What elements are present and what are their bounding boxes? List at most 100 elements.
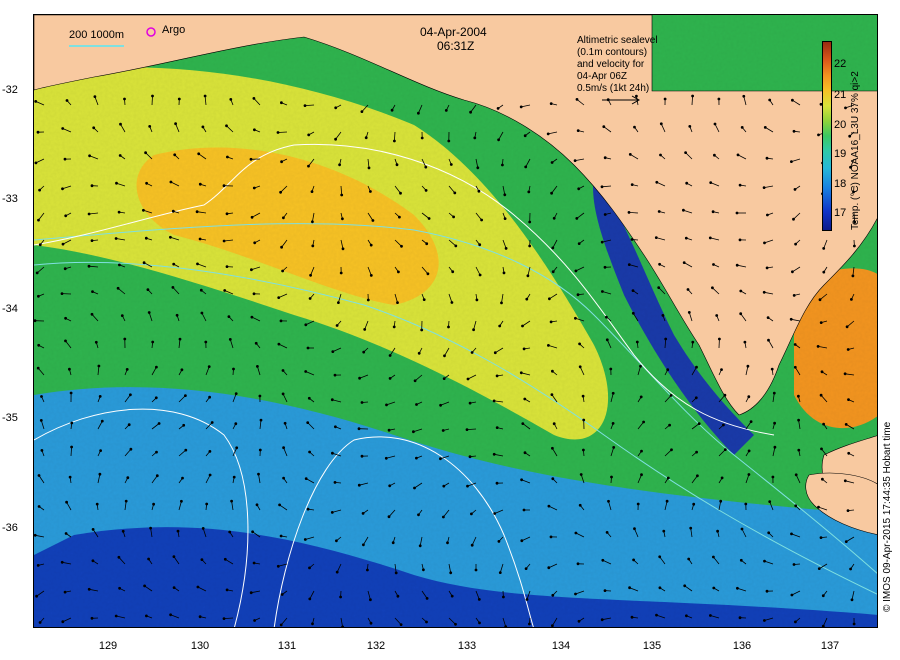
velocity-arrow-head <box>520 478 524 482</box>
velocity-arrow-head <box>278 503 282 507</box>
velocity-arrow-head <box>61 242 65 246</box>
velocity-arrow-head <box>333 425 337 429</box>
velocity-arrow-head <box>360 454 364 458</box>
velocity-arrow-head <box>552 216 556 220</box>
velocity-arrow-head <box>279 101 283 105</box>
velocity-arrow-head <box>450 594 454 598</box>
velocity-arrow-head <box>280 245 284 249</box>
velocity-arrow-head <box>850 297 853 301</box>
velocity-arrow-head <box>478 273 482 277</box>
velocity-arrow-head <box>603 213 607 216</box>
velocity-arrow-head <box>723 393 727 397</box>
velocity-arrow-head <box>684 151 687 155</box>
velocity-arrow-head <box>182 423 186 427</box>
velocity-arrow-head <box>64 214 68 218</box>
velocity-arrow-head <box>308 597 312 601</box>
altimetry-line-3: and velocity for <box>577 59 645 70</box>
velocity-arrow-head <box>765 156 769 160</box>
velocity-arrow-head <box>525 297 529 301</box>
velocity-arrow-head <box>821 477 824 481</box>
velocity-arrow-head <box>661 313 665 317</box>
velocity-arrow-head <box>527 190 531 194</box>
velocity-arrow-head <box>820 447 823 451</box>
sst-field <box>34 15 877 627</box>
velocity-arrow-head <box>229 98 233 101</box>
velocity-arrow-head <box>65 99 69 102</box>
velocity-arrow-head <box>688 125 692 128</box>
velocity-arrow-head <box>763 126 767 129</box>
velocity-arrow-head <box>63 157 67 161</box>
velocity-arrow-head <box>576 129 580 132</box>
velocity-arrow-head <box>336 301 340 305</box>
velocity-arrow-head <box>277 296 281 300</box>
velocity-arrow-head <box>523 451 527 455</box>
velocity-arrow-head <box>145 181 148 185</box>
velocity-arrow-head <box>763 619 766 622</box>
velocity-arrow-head <box>503 217 507 221</box>
velocity-arrow-head <box>91 290 94 294</box>
lon-label-134: 134 <box>551 640 571 652</box>
velocity-arrow-head <box>40 448 44 452</box>
velocity-arrow-head <box>151 340 155 344</box>
velocity-arrow-head <box>768 98 772 102</box>
velocity-arrow-head <box>38 243 42 247</box>
velocity-arrow-head <box>357 483 361 487</box>
velocity-arrow-head <box>451 270 455 274</box>
velocity-arrow-head <box>657 210 661 213</box>
velocity-arrow-head <box>280 593 284 596</box>
velocity-arrow-head <box>502 271 506 275</box>
lon-label-137: 137 <box>820 640 840 652</box>
velocity-arrow-head <box>64 532 68 535</box>
velocity-arrow-head <box>335 570 339 574</box>
velocity-arrow-head <box>223 289 227 292</box>
velocity-arrow-head <box>773 445 777 449</box>
velocity-arrow-head <box>143 584 146 588</box>
velocity-arrow-head <box>691 94 694 98</box>
velocity-arrow-head <box>340 193 344 197</box>
velocity-arrow-head <box>420 328 424 332</box>
velocity-arrow-head <box>196 262 199 266</box>
velocity-arrow-head <box>712 555 715 559</box>
velocity-arrow-head <box>711 286 714 290</box>
velocity-arrow-head <box>575 216 579 220</box>
velocity-arrow-head <box>306 346 310 350</box>
sst-map[interactable]: 200 1000m Argo 04-Apr-2004 06:31Z Altime… <box>33 14 878 628</box>
velocity-arrow-head <box>426 272 430 276</box>
velocity-arrow-head <box>821 594 825 598</box>
lat-label-33: -33 <box>2 193 18 205</box>
velocity-arrow-head <box>100 419 104 423</box>
velocity-arrow-head <box>738 616 742 620</box>
velocity-arrow-head <box>61 127 65 130</box>
velocity-arrow-head <box>201 527 205 530</box>
velocity-arrow-head <box>712 586 716 590</box>
altimetry-line-1: Altimetric sealevel <box>577 35 658 46</box>
velocity-arrow-head <box>330 398 334 402</box>
velocity-arrow-head <box>719 499 723 503</box>
velocity-arrow-head <box>601 558 605 562</box>
velocity-arrow-head <box>739 558 743 562</box>
velocity-arrow-head <box>208 395 212 399</box>
velocity-arrow-head <box>658 586 662 590</box>
velocity-arrow-head <box>361 543 365 547</box>
velocity-arrow-head <box>257 472 260 476</box>
velocity-arrow-head <box>397 215 401 219</box>
velocity-arrow-head <box>469 110 473 114</box>
velocity-arrow-head <box>551 369 554 373</box>
velocity-arrow-head <box>447 325 450 329</box>
velocity-arrow-head <box>519 105 523 109</box>
velocity-arrow-head <box>763 241 766 245</box>
velocity-arrow-head <box>521 324 524 328</box>
velocity-arrow-head <box>307 133 311 137</box>
velocity-arrow-head <box>65 500 68 504</box>
velocity-arrow-head <box>234 392 238 396</box>
velocity-arrow-head <box>477 598 481 601</box>
velocity-arrow-head <box>225 588 229 592</box>
velocity-arrow-head <box>123 97 126 101</box>
depth-contour-key: 200 1000m <box>69 29 124 41</box>
lon-label-129: 129 <box>98 640 118 652</box>
velocity-arrow-head <box>551 624 554 627</box>
velocity-arrow-head <box>415 403 418 406</box>
velocity-arrow-head <box>36 564 40 567</box>
velocity-arrow-head <box>663 97 667 101</box>
velocity-arrow-head <box>687 310 691 314</box>
